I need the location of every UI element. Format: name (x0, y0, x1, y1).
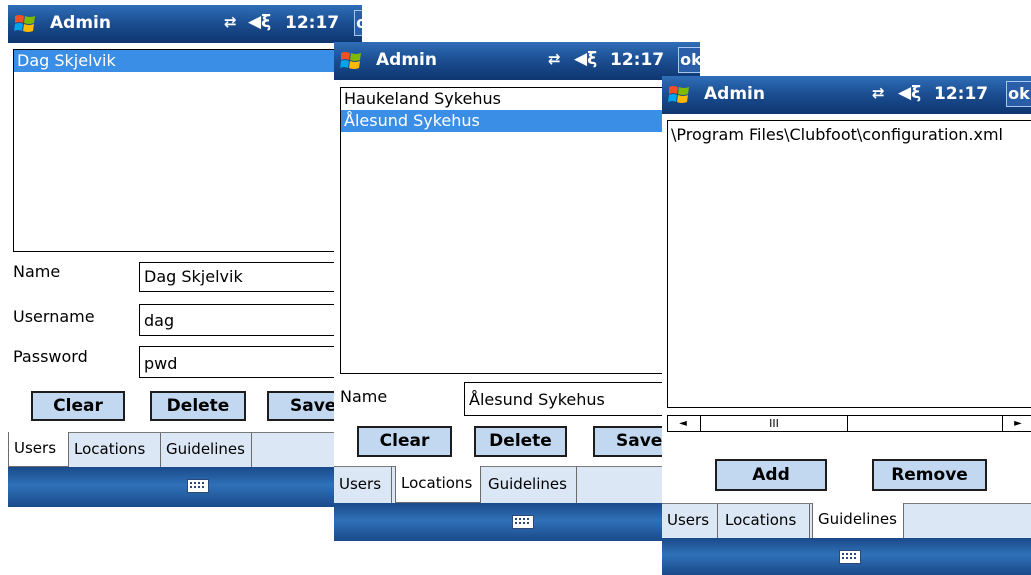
title-bar: Admin ⇄ ◀ξ 12:17 ok (662, 76, 1031, 114)
locations-window: Admin ⇄ ◀ξ 12:17 ok Haukeland Sykehus Ål… (334, 42, 700, 541)
add-button[interactable]: Add (715, 459, 827, 491)
tab-locations[interactable]: Locations (720, 504, 810, 539)
clear-button[interactable]: Clear (31, 391, 125, 421)
keyboard-icon[interactable] (839, 550, 861, 564)
scroll-left-arrow[interactable]: ◄ (668, 416, 698, 431)
keyboard-icon[interactable] (187, 479, 209, 493)
users-window: Admin ⇄ ◀ξ 12:17 ok Dag Skjelvik Name Da… (8, 5, 362, 507)
menu-bar (8, 467, 362, 507)
tab-bar: Users Locations Guidelines (334, 466, 700, 503)
tab-guidelines[interactable]: Guidelines (483, 467, 577, 503)
list-item[interactable]: \Program Files\Clubfoot\configuration.xm… (668, 121, 1031, 149)
name-label: Name (13, 262, 61, 281)
windows-start-icon[interactable] (12, 11, 38, 37)
tab-locations[interactable]: Locations (395, 466, 481, 503)
clock[interactable]: 12:17 (934, 84, 988, 104)
password-label: Password (13, 347, 88, 366)
username-label: Username (13, 307, 95, 326)
tab-users[interactable]: Users (662, 504, 718, 539)
remove-button[interactable]: Remove (872, 459, 987, 491)
clock[interactable]: 12:17 (610, 50, 664, 70)
guidelines-window: Admin ⇄ ◀ξ 12:17 ok \Program Files\Clubf… (662, 76, 1031, 575)
tab-bar: Users Locations Guidelines (662, 503, 1031, 539)
username-field[interactable]: dag (139, 304, 362, 336)
connectivity-icon[interactable]: ⇄ (872, 84, 885, 102)
clock[interactable]: 12:17 (285, 13, 339, 33)
scroll-right-arrow[interactable]: ► (1002, 416, 1031, 431)
windows-start-icon[interactable] (338, 48, 364, 74)
title-text: Admin (50, 13, 111, 33)
tab-guidelines[interactable]: Guidelines (812, 503, 904, 539)
ok-button[interactable]: ok (354, 10, 362, 36)
tab-users[interactable]: Users (8, 432, 69, 467)
list-item[interactable]: Dag Skjelvik (14, 50, 352, 72)
menu-bar (334, 503, 700, 541)
name-label: Name (340, 387, 388, 406)
speaker-icon[interactable]: ◀ξ (574, 49, 597, 69)
users-list[interactable]: Dag Skjelvik (13, 49, 353, 252)
locations-list[interactable]: Haukeland Sykehus Ålesund Sykehus (340, 87, 690, 374)
scroll-thumb[interactable]: III (700, 416, 848, 431)
guidelines-list[interactable]: \Program Files\Clubfoot\configuration.xm… (667, 120, 1031, 408)
tab-locations[interactable]: Locations (69, 433, 161, 467)
speaker-icon[interactable]: ◀ξ (248, 12, 271, 32)
delete-button[interactable]: Delete (150, 391, 246, 421)
speaker-icon[interactable]: ◀ξ (898, 83, 921, 103)
keyboard-icon[interactable] (512, 515, 534, 529)
tab-guidelines[interactable]: Guidelines (161, 433, 252, 467)
title-bar: Admin ⇄ ◀ξ 12:17 ok (8, 5, 362, 43)
title-text: Admin (376, 50, 437, 70)
tab-bar: Users Locations Guidelines (8, 432, 362, 467)
connectivity-icon[interactable]: ⇄ (224, 13, 237, 31)
list-item[interactable]: Ålesund Sykehus (341, 110, 689, 132)
horizontal-scrollbar[interactable]: ◄ III ► (667, 415, 1031, 432)
ok-button[interactable]: ok (1006, 81, 1031, 107)
delete-button[interactable]: Delete (474, 426, 567, 457)
clear-button[interactable]: Clear (357, 426, 452, 457)
windows-start-icon[interactable] (666, 82, 692, 108)
title-text: Admin (704, 84, 765, 104)
menu-bar (662, 538, 1031, 575)
password-field[interactable]: pwd (139, 346, 362, 378)
list-item[interactable]: Haukeland Sykehus (341, 88, 689, 110)
ok-button[interactable]: ok (678, 47, 700, 73)
title-bar: Admin ⇄ ◀ξ 12:17 ok (334, 42, 700, 80)
connectivity-icon[interactable]: ⇄ (548, 50, 561, 68)
name-field[interactable]: Dag Skjelvik (139, 262, 362, 292)
tab-users[interactable]: Users (334, 467, 392, 503)
